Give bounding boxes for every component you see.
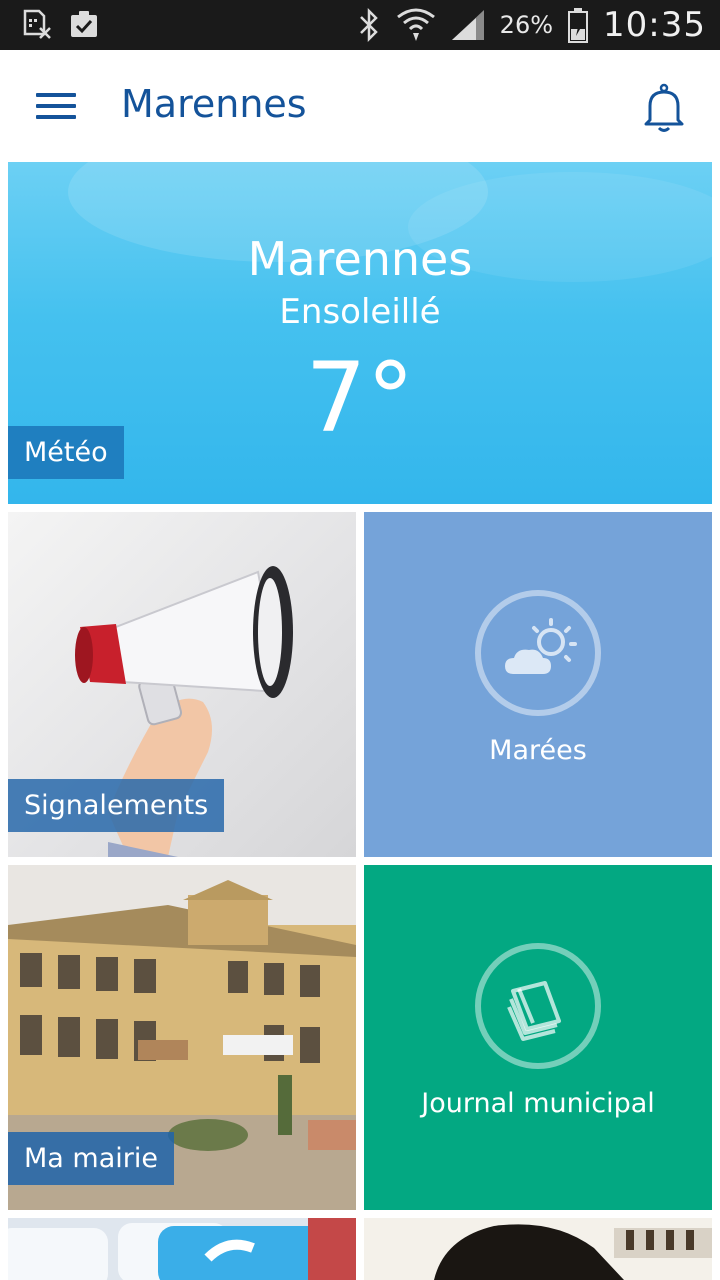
mairie-label: Ma mairie	[8, 1132, 174, 1185]
photo-image	[364, 1218, 712, 1280]
social-tile[interactable]	[8, 1218, 356, 1280]
page-title: Marennes	[121, 82, 307, 126]
sim-card-off-icon	[20, 8, 52, 40]
weather-tile[interactable]: Marennes Ensoleillé 7° Météo	[8, 162, 712, 504]
weather-sun-cloud-icon	[475, 590, 601, 716]
status-bar: 26% 10:35	[0, 0, 720, 50]
clock: 10:35	[603, 5, 706, 45]
journal-tile[interactable]: Journal municipal	[364, 865, 712, 1210]
battery-charging-icon	[567, 7, 589, 43]
signalements-label: Signalements	[8, 779, 225, 832]
bell-icon	[644, 83, 684, 132]
wifi-icon	[396, 7, 436, 43]
weather-condition: Ensoleillé	[279, 292, 441, 332]
photo-tile[interactable]	[364, 1218, 712, 1280]
signal-icon	[450, 8, 486, 42]
signalements-tile[interactable]: Signalements	[8, 512, 356, 857]
hamburger-icon	[36, 93, 76, 97]
newspaper-icon	[475, 943, 601, 1069]
battery-percent: 26%	[499, 11, 554, 39]
clipboard-check-icon	[68, 8, 100, 40]
journal-label: Journal municipal	[421, 1088, 655, 1119]
menu-button[interactable]	[36, 93, 76, 121]
notifications-button[interactable]	[636, 80, 692, 136]
notification-icons	[20, 8, 100, 40]
bluetooth-icon	[356, 8, 382, 42]
marees-label: Marées	[489, 735, 587, 766]
app-bar: Marennes	[0, 50, 720, 160]
weather-city: Marennes	[247, 232, 473, 286]
weather-label: Météo	[8, 426, 124, 479]
mairie-tile[interactable]: Ma mairie	[8, 865, 356, 1210]
marees-tile[interactable]: Marées	[364, 512, 712, 857]
keyboard-image	[8, 1218, 356, 1280]
